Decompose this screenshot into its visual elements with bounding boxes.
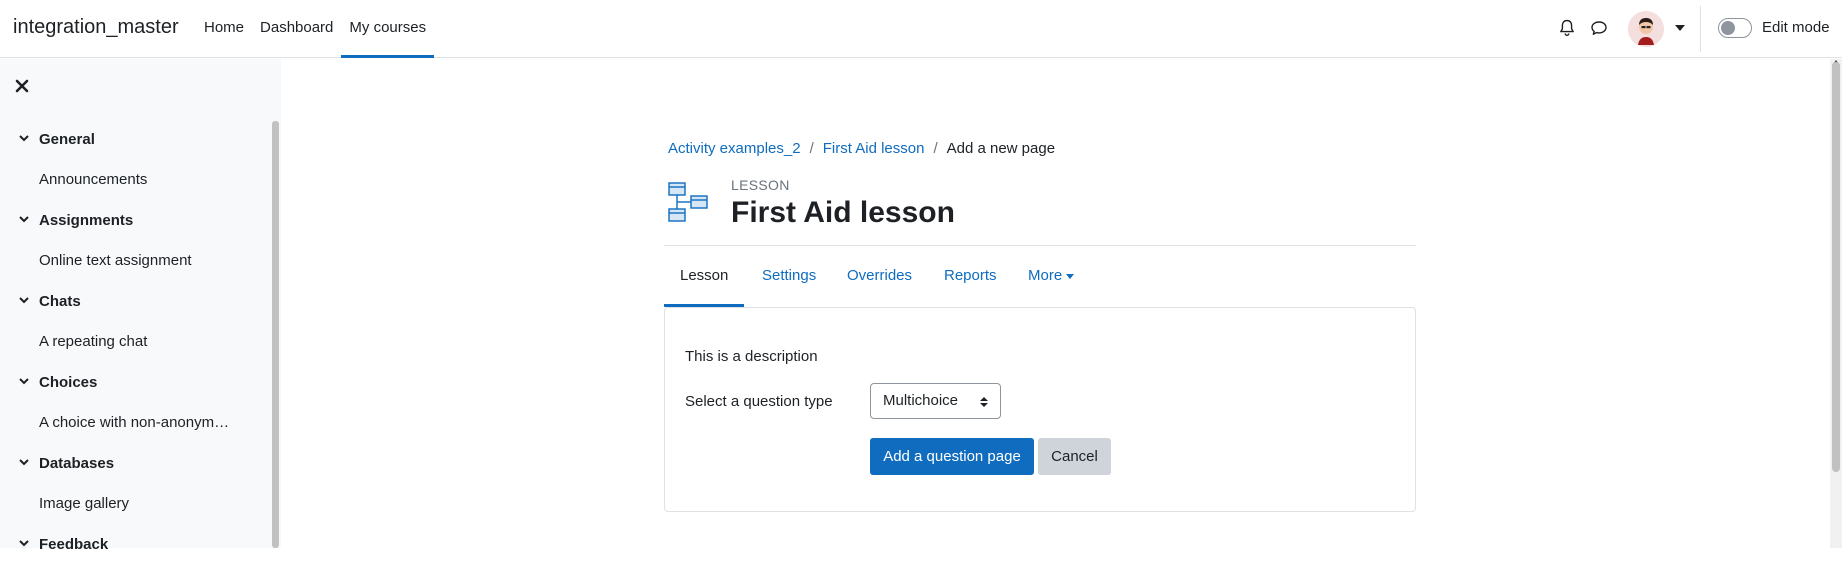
module-type-label: LESSON <box>731 177 790 193</box>
toggle-knob <box>1721 21 1735 35</box>
lesson-icon <box>668 182 710 224</box>
nav-home[interactable]: Home <box>196 0 252 58</box>
tab-more[interactable]: More <box>1012 246 1090 306</box>
select-arrows-icon <box>980 395 988 409</box>
activity-item[interactable]: A repeating chat <box>0 322 270 362</box>
breadcrumb-current: Add a new page <box>946 140 1056 157</box>
activity-item[interactable]: Image gallery <box>0 484 270 524</box>
secondary-navigation: Lesson Settings Overrides Reports More <box>664 245 1416 307</box>
question-type-select[interactable]: Multichoice <box>870 383 1001 419</box>
chevron-down-icon[interactable] <box>18 455 30 467</box>
section-title[interactable]: General <box>39 131 95 148</box>
chevron-down-icon[interactable] <box>1675 25 1685 31</box>
section-databases[interactable]: Databases <box>0 443 270 484</box>
avatar[interactable] <box>1628 11 1664 47</box>
cancel-button[interactable]: Cancel <box>1038 438 1111 475</box>
page-scrollbar-thumb[interactable] <box>1832 62 1840 472</box>
section-feedback[interactable]: Feedback <box>0 524 270 565</box>
section-title[interactable]: Assignments <box>39 212 133 229</box>
lesson-content-card: This is a description Select a question … <box>664 307 1416 512</box>
section-title[interactable]: Feedback <box>39 536 108 553</box>
course-index: General Announcements Assignments Online… <box>0 119 270 565</box>
message-icon[interactable] <box>1589 18 1611 40</box>
nav-dashboard[interactable]: Dashboard <box>252 0 341 58</box>
chevron-down-icon[interactable] <box>18 212 30 224</box>
activity-title[interactable]: A choice with non-anonym… <box>39 414 229 431</box>
section-choices[interactable]: Choices <box>0 362 270 403</box>
activity-title[interactable]: Announcements <box>39 171 147 188</box>
tab-settings[interactable]: Settings <box>746 246 832 306</box>
question-type-value: Multichoice <box>883 392 959 409</box>
nav-my-courses[interactable]: My courses <box>341 0 434 58</box>
close-icon[interactable] <box>15 79 31 95</box>
breadcrumb-separator: / <box>809 140 814 157</box>
section-title[interactable]: Chats <box>39 293 81 310</box>
divider <box>1700 6 1701 52</box>
bell-icon[interactable] <box>1557 18 1579 40</box>
edit-mode-label: Edit mode <box>1762 19 1830 36</box>
chevron-down-icon[interactable] <box>18 536 30 548</box>
lesson-description: This is a description <box>685 348 818 365</box>
activity-item[interactable]: Online text assignment <box>0 241 270 281</box>
section-title[interactable]: Choices <box>39 374 97 391</box>
activity-title[interactable]: Online text assignment <box>39 252 192 269</box>
question-type-label: Select a question type <box>685 393 833 410</box>
chevron-down-icon[interactable] <box>18 374 30 386</box>
section-assignments[interactable]: Assignments <box>0 200 270 241</box>
breadcrumb: Activity examples_2 / First Aid lesson /… <box>668 140 1055 157</box>
add-question-page-button[interactable]: Add a question page <box>870 438 1034 475</box>
drawer-scrollbar[interactable] <box>272 121 279 548</box>
activity-title[interactable]: Image gallery <box>39 495 129 512</box>
caret-down-icon <box>1066 273 1075 279</box>
section-title[interactable]: Databases <box>39 455 114 472</box>
activity-item[interactable]: A choice with non-anonym… <box>0 403 270 443</box>
page-title: First Aid lesson <box>731 196 955 229</box>
course-index-drawer: General Announcements Assignments Online… <box>0 59 281 553</box>
tab-lesson[interactable]: Lesson <box>664 246 745 307</box>
tab-more-label: More <box>1028 267 1063 284</box>
breadcrumb-separator: / <box>933 140 938 157</box>
section-general[interactable]: General <box>0 119 270 160</box>
breadcrumb-link[interactable]: First Aid lesson <box>823 140 925 157</box>
tab-overrides[interactable]: Overrides <box>831 246 928 306</box>
activity-title[interactable]: A repeating chat <box>39 333 147 350</box>
site-brand[interactable]: integration_master <box>13 16 179 39</box>
chevron-down-icon[interactable] <box>18 131 30 143</box>
chevron-down-icon[interactable] <box>18 293 30 305</box>
breadcrumb-link[interactable]: Activity examples_2 <box>668 140 801 157</box>
top-navbar: integration_master Home Dashboard My cou… <box>0 0 1842 58</box>
primary-navigation: Home Dashboard My courses <box>196 0 434 58</box>
edit-mode-toggle[interactable] <box>1718 18 1752 38</box>
tab-reports[interactable]: Reports <box>928 246 1013 306</box>
activity-item[interactable]: Announcements <box>0 160 270 200</box>
section-chats[interactable]: Chats <box>0 281 270 322</box>
